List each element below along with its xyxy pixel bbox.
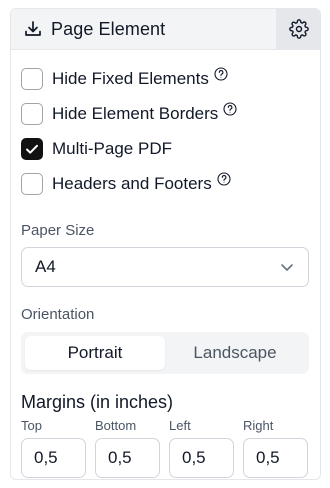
margins-group: Top 0,5 Bottom 0,5 Left 0,5 Right 0,5 — [11, 418, 320, 478]
option-hide-fixed-elements[interactable]: Hide Fixed Elements — [11, 61, 320, 96]
orientation-label: Orientation — [21, 306, 95, 323]
option-multi-page-pdf[interactable]: Multi-Page PDF — [11, 131, 320, 166]
checkbox-hide-element-borders[interactable] — [21, 102, 43, 125]
option-headers-and-footers[interactable]: Headers and Footers — [11, 166, 320, 201]
chevron-down-icon — [278, 258, 296, 276]
margin-left-label: Left — [169, 418, 191, 433]
options-list: Hide Fixed Elements Hide Element Borders… — [11, 50, 320, 201]
margin-right: Right 0,5 — [243, 418, 317, 478]
margin-bottom-input[interactable]: 0,5 — [95, 438, 160, 478]
help-icon[interactable] — [223, 101, 237, 116]
margin-top-input[interactable]: 0,5 — [21, 438, 86, 478]
option-label: Hide Fixed Elements — [52, 68, 209, 88]
option-label: Hide Element Borders — [52, 103, 219, 123]
settings-button[interactable] — [276, 9, 320, 49]
gear-icon — [288, 19, 309, 39]
margin-left: Left 0,5 — [169, 418, 243, 478]
margin-top: Top 0,5 — [21, 418, 95, 478]
help-icon[interactable] — [217, 171, 231, 186]
checkbox-hide-fixed-elements[interactable] — [21, 67, 43, 90]
orientation-toggle: Portrait Landscape — [21, 332, 309, 374]
checkbox-multi-page-pdf[interactable] — [21, 137, 43, 160]
margin-bottom-label: Bottom — [95, 418, 137, 433]
checkbox-headers-and-footers[interactable] — [21, 172, 43, 195]
checkmark-icon — [24, 141, 40, 157]
page-element-panel: Page Element Hide Fixed Elements Hide El… — [10, 8, 321, 480]
margin-bottom: Bottom 0,5 — [95, 418, 169, 478]
margin-left-input[interactable]: 0,5 — [169, 438, 234, 478]
orientation-landscape[interactable]: Landscape — [165, 336, 305, 370]
help-icon[interactable] — [214, 66, 228, 81]
margin-top-label: Top — [21, 418, 42, 433]
paper-size-select[interactable]: A4 — [21, 247, 309, 287]
margin-right-label: Right — [243, 418, 274, 433]
panel-title: Page Element — [51, 18, 166, 39]
margin-right-input[interactable]: 0,5 — [243, 438, 308, 478]
orientation-portrait[interactable]: Portrait — [25, 336, 165, 370]
download-icon[interactable] — [22, 18, 44, 40]
option-label: Multi-Page PDF — [52, 138, 172, 158]
margins-title: Margins (in inches) — [21, 392, 174, 412]
option-hide-element-borders[interactable]: Hide Element Borders — [11, 96, 320, 131]
option-label: Headers and Footers — [52, 173, 212, 193]
paper-size-label: Paper Size — [21, 222, 95, 239]
paper-size-value: A4 — [35, 257, 56, 276]
panel-header: Page Element — [11, 9, 320, 50]
